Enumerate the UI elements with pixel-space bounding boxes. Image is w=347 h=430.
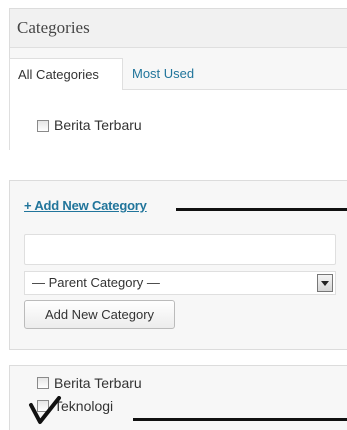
category-label-teknologi: Teknologi bbox=[54, 398, 114, 414]
tab-most-used[interactable]: Most Used bbox=[126, 58, 200, 90]
tab-all-categories[interactable]: All Categories bbox=[9, 58, 123, 90]
category-checklist: Berita Terbaru bbox=[9, 89, 347, 150]
add-new-category-link[interactable]: + Add New Category bbox=[24, 198, 147, 213]
parent-category-select[interactable]: — Parent Category — bbox=[24, 271, 336, 295]
add-category-panel: + Add New Category — Parent Category — A… bbox=[9, 180, 347, 350]
category-label-berita-terbaru: Berita Terbaru bbox=[54, 117, 142, 133]
annotation-pointer-line bbox=[176, 208, 347, 211]
checkbox-icon[interactable] bbox=[37, 120, 49, 132]
add-new-category-button[interactable]: Add New Category bbox=[24, 300, 175, 329]
category-label-berita-terbaru: Berita Terbaru bbox=[54, 375, 142, 391]
panel-title: Categories bbox=[17, 18, 90, 37]
checkbox-icon[interactable] bbox=[37, 377, 49, 389]
parent-category-selected: — Parent Category — bbox=[32, 275, 160, 290]
annotation-pointer-line bbox=[133, 418, 347, 421]
dropdown-arrow-icon[interactable] bbox=[317, 274, 333, 292]
new-category-name-input[interactable] bbox=[24, 234, 336, 265]
checkmark-annotation-icon bbox=[29, 396, 61, 424]
